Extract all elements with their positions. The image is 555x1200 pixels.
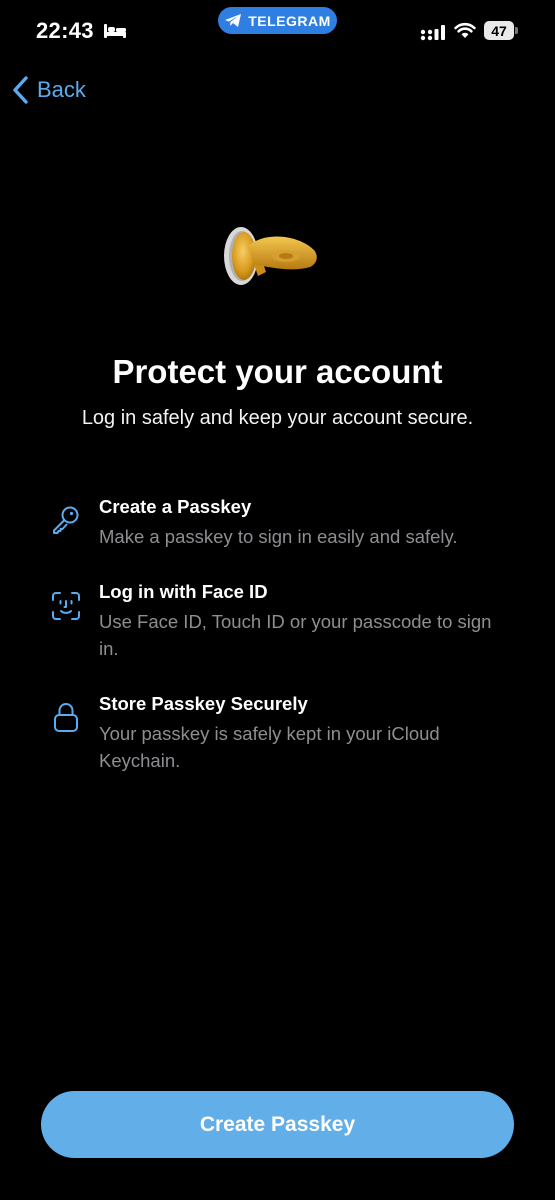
create-passkey-button-label: Create Passkey: [199, 1112, 356, 1136]
app-pill-label: TELEGRAM: [248, 12, 331, 29]
feature-title: Create a Passkey: [99, 496, 252, 517]
status-time: 22:43: [36, 18, 94, 43]
feature-title: Log in with Face ID: [99, 581, 268, 602]
battery-indicator: 47: [484, 21, 518, 40]
face-id-icon: [52, 592, 80, 620]
battery-tip: [515, 27, 518, 34]
feature-description: Your passkey is safely kept in your iClo…: [99, 723, 440, 771]
create-passkey-button[interactable]: Create Passkey: [41, 1091, 514, 1158]
return-to-telegram-pill[interactable]: TELEGRAM: [218, 7, 337, 34]
back-label: Back: [37, 77, 86, 102]
feature-title: Store Passkey Securely: [99, 693, 308, 714]
page-title: Protect your account: [112, 353, 443, 390]
page-subtitle: Log in safely and keep your account secu…: [81, 407, 474, 429]
chevron-left-icon: [13, 76, 28, 104]
wifi-icon: [454, 22, 476, 38]
feature-description: Make a passkey to sign in easily and saf…: [99, 526, 458, 547]
lock-icon: [54, 703, 78, 732]
battery-level: 47: [491, 22, 507, 39]
cellular-signal-icon: [420, 25, 445, 41]
back-button[interactable]: Back: [8, 72, 86, 108]
feature-description: Use Face ID, Touch ID or your passcode t…: [99, 611, 492, 659]
status-bar: 22:43 TELEGRAM 47: [0, 0, 555, 64]
key-icon: [53, 506, 79, 534]
key-emoji-icon: [224, 227, 317, 285]
battery-body: 47: [484, 21, 514, 40]
bed-icon: [104, 24, 126, 38]
telegram-plane-icon: [225, 14, 242, 27]
